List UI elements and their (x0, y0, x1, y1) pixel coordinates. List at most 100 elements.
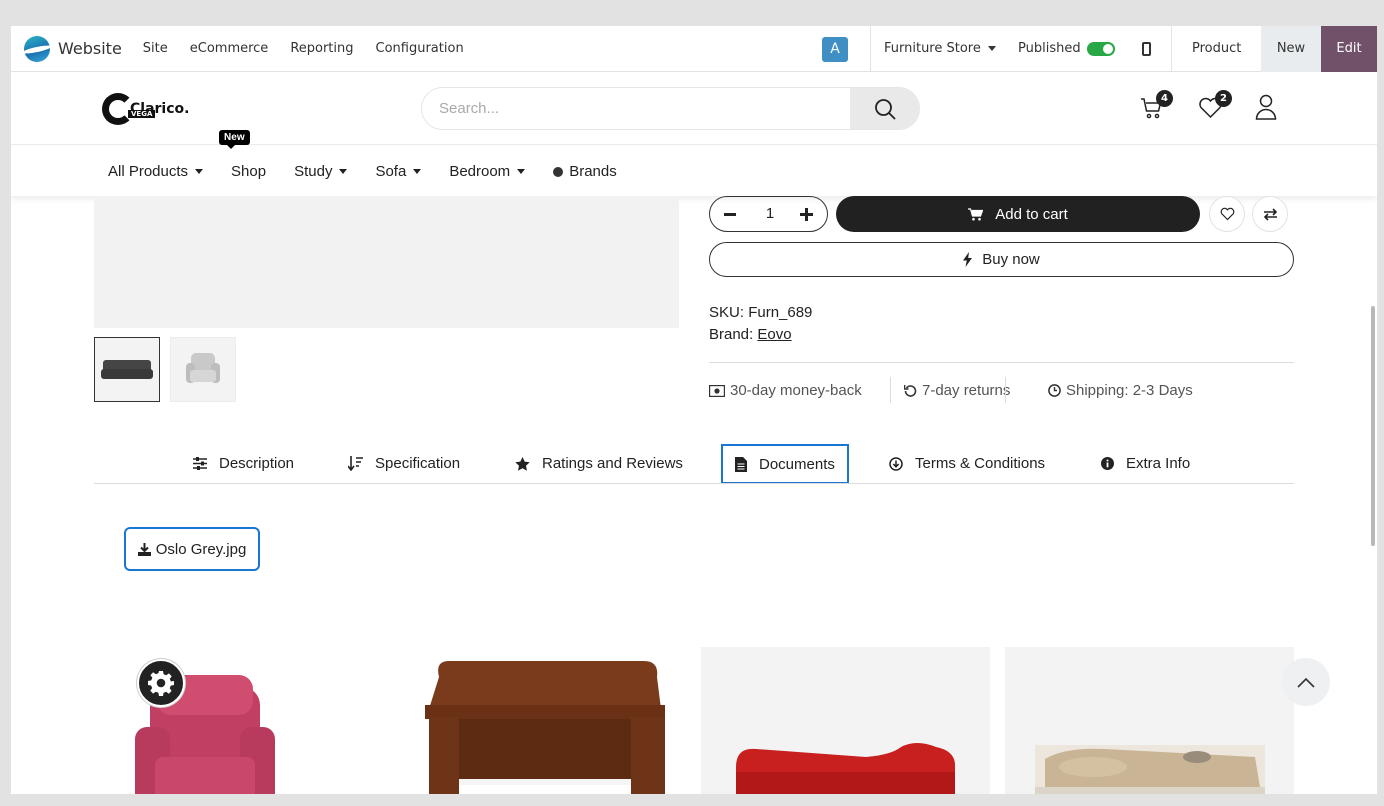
scroll-to-top-button[interactable] (1282, 658, 1330, 706)
related-product-card[interactable] (95, 647, 384, 794)
bolt-icon (963, 252, 973, 267)
add-to-cart-label: Add to cart (995, 205, 1068, 223)
tab-label: Description (219, 455, 295, 472)
sku-row: SKU: Furn_689 (709, 304, 812, 321)
plus-icon[interactable] (800, 208, 813, 221)
divider (890, 377, 891, 403)
buy-now-label: Buy now (982, 251, 1040, 268)
tab-specification[interactable]: Specification (348, 444, 460, 483)
chevron-down-icon (987, 46, 996, 51)
account-button[interactable] (1255, 94, 1277, 124)
brand-row: Brand: Eovo (709, 326, 792, 343)
search-icon (874, 98, 895, 119)
nav-label: Sofa (375, 162, 407, 180)
website-switcher-dropdown[interactable]: Furniture Store (884, 26, 996, 72)
policy-label: 30-day money-back (730, 382, 862, 399)
product-main-image[interactable] (94, 196, 679, 328)
gear-icon (148, 671, 174, 696)
policy-shipping: Shipping: 2-3 Days (1048, 382, 1193, 399)
nav-label: All Products (108, 162, 189, 180)
add-to-wishlist-button[interactable] (1209, 196, 1245, 232)
published-label: Published (1018, 41, 1081, 56)
user-avatar[interactable]: A (822, 37, 848, 62)
chair-image (184, 351, 222, 389)
app-logo[interactable]: Website (24, 35, 122, 62)
divider (870, 26, 871, 72)
menu-reporting[interactable]: Reporting (290, 41, 353, 56)
nav-brands[interactable]: Brands (553, 163, 617, 180)
nav-study[interactable]: Study (294, 163, 348, 180)
menu-configuration[interactable]: Configuration (376, 41, 464, 56)
tab-ratings[interactable]: Ratings and Reviews (515, 444, 683, 483)
divider (709, 362, 1294, 363)
tab-label: Extra Info (1126, 455, 1191, 472)
sofa-image (101, 359, 153, 380)
quantity-input[interactable]: 1 (750, 197, 790, 231)
chevron-down-icon (339, 169, 348, 175)
product-thumbnail-chair[interactable] (170, 337, 236, 402)
product-menu-button[interactable]: Product (1192, 26, 1241, 72)
wooden-table-image (425, 661, 665, 794)
related-product-card[interactable] (1005, 647, 1294, 794)
chevron-down-icon (517, 169, 526, 175)
wishlist-button[interactable]: 2 (1198, 90, 1232, 124)
sort-icon (348, 456, 363, 471)
undo-icon (904, 385, 917, 397)
bullet-icon (553, 166, 564, 177)
nav-shop[interactable]: New Shop (219, 129, 267, 180)
add-to-cart-button[interactable]: Add to cart (836, 196, 1200, 232)
document-filename: Oslo Grey.jpg (155, 540, 247, 558)
policy-label: 7-day returns (922, 382, 1011, 399)
policy-label: Shipping: 2-3 Days (1066, 382, 1193, 399)
website-app-icon (24, 35, 50, 62)
quantity-stepper: 1 (709, 196, 828, 232)
nav-bedroom[interactable]: Bedroom (449, 163, 526, 180)
search-button[interactable] (850, 88, 919, 129)
mobile-preview-icon[interactable] (1142, 42, 1151, 56)
related-product-card[interactable] (399, 647, 688, 794)
tab-label: Terms & Conditions (915, 455, 1046, 472)
customize-button[interactable] (137, 659, 185, 707)
product-thumbnail-sofa[interactable] (94, 337, 160, 402)
brand-link[interactable]: Eovo (757, 326, 791, 343)
star-icon (515, 456, 530, 471)
cart-count-badge: 4 (1156, 90, 1173, 107)
edit-button[interactable]: Edit (1321, 26, 1377, 72)
compare-icon (1263, 207, 1277, 221)
search-bar (421, 87, 920, 130)
new-button[interactable]: New (1261, 26, 1321, 72)
tab-documents[interactable]: Documents (721, 444, 849, 484)
pink-armchair-image (135, 675, 275, 794)
compare-button[interactable] (1252, 196, 1288, 232)
category-nav: All Products New Shop Study Sofa Bedroom … (11, 129, 1377, 196)
browser-viewport: Website Site eCommerce Reporting Configu… (11, 26, 1377, 794)
arrow-circle-icon (889, 456, 903, 471)
search-input[interactable] (422, 88, 852, 129)
app-name: Website (58, 39, 122, 58)
nav-all-products[interactable]: All Products (108, 162, 204, 180)
site-logo[interactable]: Clarico. VEGA (102, 93, 189, 125)
nav-sofa[interactable]: Sofa (375, 162, 422, 180)
site-header: Clarico. VEGA 4 2 (11, 72, 1377, 145)
buy-now-button[interactable]: Buy now (709, 242, 1294, 277)
nav-label: Brands (569, 162, 617, 180)
money-icon (709, 384, 725, 397)
menu-site[interactable]: Site (143, 41, 168, 56)
tab-label: Documents (759, 455, 835, 473)
tab-terms[interactable]: Terms & Conditions (889, 444, 1045, 483)
published-toggle[interactable] (1087, 42, 1115, 56)
cart-icon (968, 207, 984, 220)
tab-extra-info[interactable]: Extra Info (1101, 444, 1190, 483)
nav-label: Shop (231, 162, 267, 180)
download-icon (137, 542, 151, 556)
cart-button[interactable]: 4 (1140, 90, 1173, 124)
menu-ecommerce[interactable]: eCommerce (190, 41, 269, 56)
tab-description[interactable]: Description (193, 444, 294, 483)
related-product-card[interactable] (701, 647, 990, 794)
brand-label: Brand: (709, 326, 754, 343)
policy-money-back: 30-day money-back (709, 382, 862, 399)
minus-icon[interactable] (724, 213, 736, 216)
page-scrollbar[interactable] (1371, 306, 1375, 546)
document-download-link[interactable]: Oslo Grey.jpg (124, 527, 260, 571)
bed-image (1035, 745, 1265, 794)
